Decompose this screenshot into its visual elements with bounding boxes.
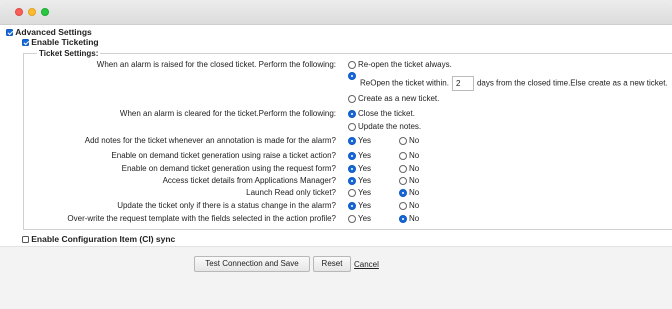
- app-window: Advanced Settings Enable Ticketing Ticke…: [0, 0, 672, 309]
- no-radio[interactable]: [399, 188, 407, 197]
- update-notes-option[interactable]: Update the notes.: [348, 122, 421, 131]
- settings-panel: Advanced Settings Enable Ticketing Ticke…: [0, 24, 672, 309]
- setting-row-label: Update the ticket only if there is a sta…: [117, 201, 336, 210]
- title-bar: [0, 0, 672, 25]
- yes-radio[interactable]: [348, 151, 356, 160]
- no-radio[interactable]: [399, 136, 407, 145]
- reopen-days-input[interactable]: 2: [451, 76, 474, 91]
- enable-ticketing-checkbox[interactable]: [22, 39, 29, 47]
- reopen-within-radio[interactable]: [348, 71, 356, 80]
- close-window-button[interactable]: [15, 8, 23, 16]
- advanced-settings-row: Advanced Settings: [6, 27, 92, 37]
- advanced-settings-checkbox[interactable]: [6, 29, 13, 37]
- form-footer: Test Connection and Save Reset Cancel: [0, 246, 672, 309]
- minimize-window-button[interactable]: [28, 8, 36, 16]
- enable-ticketing-row: Enable Ticketing: [22, 37, 99, 47]
- cancel-link[interactable]: Cancel: [354, 260, 379, 269]
- no-radio[interactable]: [399, 214, 407, 223]
- yes-radio[interactable]: [348, 188, 356, 197]
- no-radio[interactable]: [399, 151, 407, 160]
- setting-row-label: Enable on demand ticket generation using…: [121, 164, 336, 173]
- no-option[interactable]: No: [399, 136, 419, 145]
- no-option[interactable]: No: [399, 214, 419, 223]
- enable-ci-sync-label: Enable Configuration Item (CI) sync: [31, 234, 176, 244]
- yes-option[interactable]: Yes: [348, 176, 371, 185]
- reopen-within-option: ReOpen the ticket within. 2 days from the …: [360, 76, 668, 91]
- create-new-radio[interactable]: [348, 94, 356, 103]
- ticket-settings-legend: Ticket Settings:: [37, 49, 101, 58]
- no-radio[interactable]: [399, 201, 407, 210]
- no-option[interactable]: No: [399, 151, 419, 160]
- yes-option[interactable]: Yes: [348, 188, 371, 197]
- setting-row-label: Enable on demand ticket generation using…: [111, 151, 336, 160]
- reopen-within-radio-wrap[interactable]: [348, 71, 358, 80]
- reset-button[interactable]: Reset: [313, 256, 351, 272]
- yes-radio[interactable]: [348, 176, 356, 185]
- yes-radio[interactable]: [348, 136, 356, 145]
- close-ticket-radio[interactable]: [348, 109, 356, 118]
- setting-row-label: Access ticket details from Applications …: [162, 176, 336, 185]
- test-connection-save-button[interactable]: Test Connection and Save: [194, 256, 310, 272]
- yes-option[interactable]: Yes: [348, 201, 371, 210]
- no-option[interactable]: No: [399, 164, 419, 173]
- maximize-window-button[interactable]: [41, 8, 49, 16]
- yes-option[interactable]: Yes: [348, 214, 371, 223]
- yes-option[interactable]: Yes: [348, 164, 371, 173]
- update-notes-radio[interactable]: [348, 122, 356, 131]
- no-radio[interactable]: [399, 164, 407, 173]
- alarm-cleared-label: When an alarm is cleared for the ticket.…: [119, 109, 336, 118]
- alarm-raised-label: When an alarm is raised for the closed t…: [96, 60, 336, 69]
- no-option[interactable]: No: [399, 188, 419, 197]
- yes-radio[interactable]: [348, 201, 356, 210]
- no-radio[interactable]: [399, 176, 407, 185]
- setting-row-label: Add notes for the ticket whenever an ann…: [84, 136, 336, 145]
- enable-ci-sync-checkbox[interactable]: [22, 236, 29, 244]
- yes-option[interactable]: Yes: [348, 151, 371, 160]
- reopen-always-radio[interactable]: [348, 60, 356, 69]
- enable-ticketing-label: Enable Ticketing: [31, 37, 99, 47]
- enable-ci-sync-row: Enable Configuration Item (CI) sync: [22, 234, 175, 244]
- yes-radio[interactable]: [348, 214, 356, 223]
- setting-row-label: Launch Read only ticket?: [246, 188, 336, 197]
- setting-row-label: Over-write the request template with the…: [67, 214, 336, 223]
- advanced-settings-label: Advanced Settings: [15, 27, 92, 37]
- no-option[interactable]: No: [399, 201, 419, 210]
- yes-radio[interactable]: [348, 164, 356, 173]
- yes-option[interactable]: Yes: [348, 136, 371, 145]
- create-new-option[interactable]: Create as a new ticket.: [348, 94, 439, 103]
- reopen-always-option[interactable]: Re-open the ticket always.: [348, 60, 452, 69]
- no-option[interactable]: No: [399, 176, 419, 185]
- close-ticket-option[interactable]: Close the ticket.: [348, 109, 415, 118]
